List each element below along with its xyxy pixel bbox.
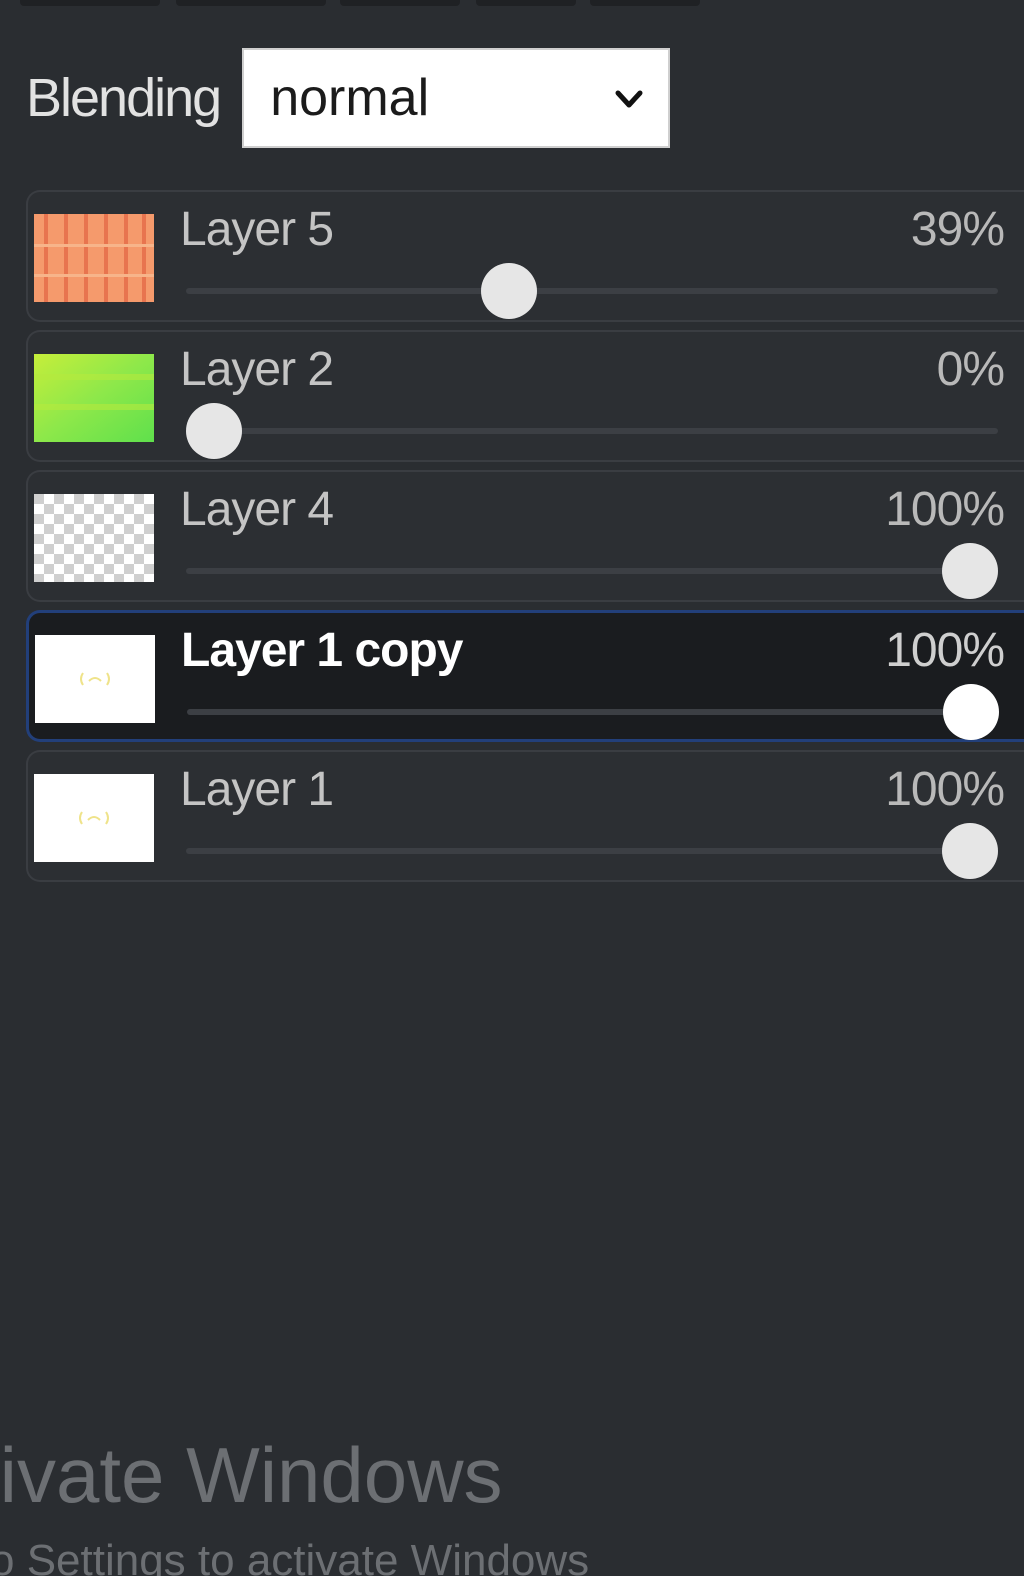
layer-name: Layer 2 (180, 343, 334, 396)
activation-watermark-subtitle: o Settings to activate Windows (0, 1536, 590, 1576)
layer-name: Layer 5 (180, 203, 334, 256)
layer-thumbnail (34, 494, 154, 582)
chevron-down-icon (615, 90, 643, 108)
layer-thumbnail (35, 635, 155, 723)
layer-item-layer-2[interactable]: Layer 2 0% (26, 330, 1024, 462)
opacity-slider-handle[interactable] (480, 263, 537, 319)
layer-item-layer-1[interactable]: Layer 1 100% (26, 750, 1024, 882)
layer-opacity-value: 100% (885, 624, 1005, 677)
opacity-slider-handle[interactable] (186, 403, 242, 459)
layer-opacity-value: 100% (885, 483, 1005, 536)
layer-item-layer-4[interactable]: Layer 4 100% (26, 470, 1024, 602)
layer-name: Layer 4 (180, 483, 334, 536)
opacity-slider[interactable] (186, 543, 998, 599)
opacity-slider[interactable] (186, 823, 998, 879)
toolbar-remnant (0, 0, 1024, 10)
blending-mode-select[interactable]: normal (242, 48, 671, 148)
layers-panel: Blending normal Layer 5 39% Layer 2 0% L… (0, 0, 1024, 1576)
layer-thumbnail (34, 354, 154, 442)
blending-label: Blending (26, 68, 222, 128)
layer-item-layer-5[interactable]: Layer 5 39% (26, 190, 1024, 322)
layer-thumbnail (34, 774, 154, 862)
layer-item-layer-1-copy[interactable]: Layer 1 copy 100% (26, 610, 1024, 742)
opacity-slider-handle[interactable] (942, 823, 998, 879)
activation-watermark-title: tivate Windows (0, 1431, 503, 1519)
opacity-slider-handle[interactable] (943, 684, 999, 740)
opacity-slider[interactable] (187, 684, 999, 740)
layer-list: Layer 5 39% Layer 2 0% Layer 4 100% Laye… (26, 190, 1024, 890)
layer-opacity-value: 39% (910, 203, 1005, 256)
opacity-slider-handle[interactable] (942, 543, 998, 599)
layer-name: Layer 1 copy (181, 624, 463, 677)
blending-mode-value: normal (270, 69, 430, 127)
layer-thumbnail (34, 214, 154, 302)
opacity-slider[interactable] (186, 263, 998, 319)
blending-row: Blending normal (26, 46, 671, 150)
layer-name: Layer 1 (180, 763, 334, 816)
layer-opacity-value: 100% (885, 763, 1005, 816)
opacity-slider[interactable] (186, 403, 998, 459)
layer-opacity-value: 0% (936, 343, 1005, 396)
